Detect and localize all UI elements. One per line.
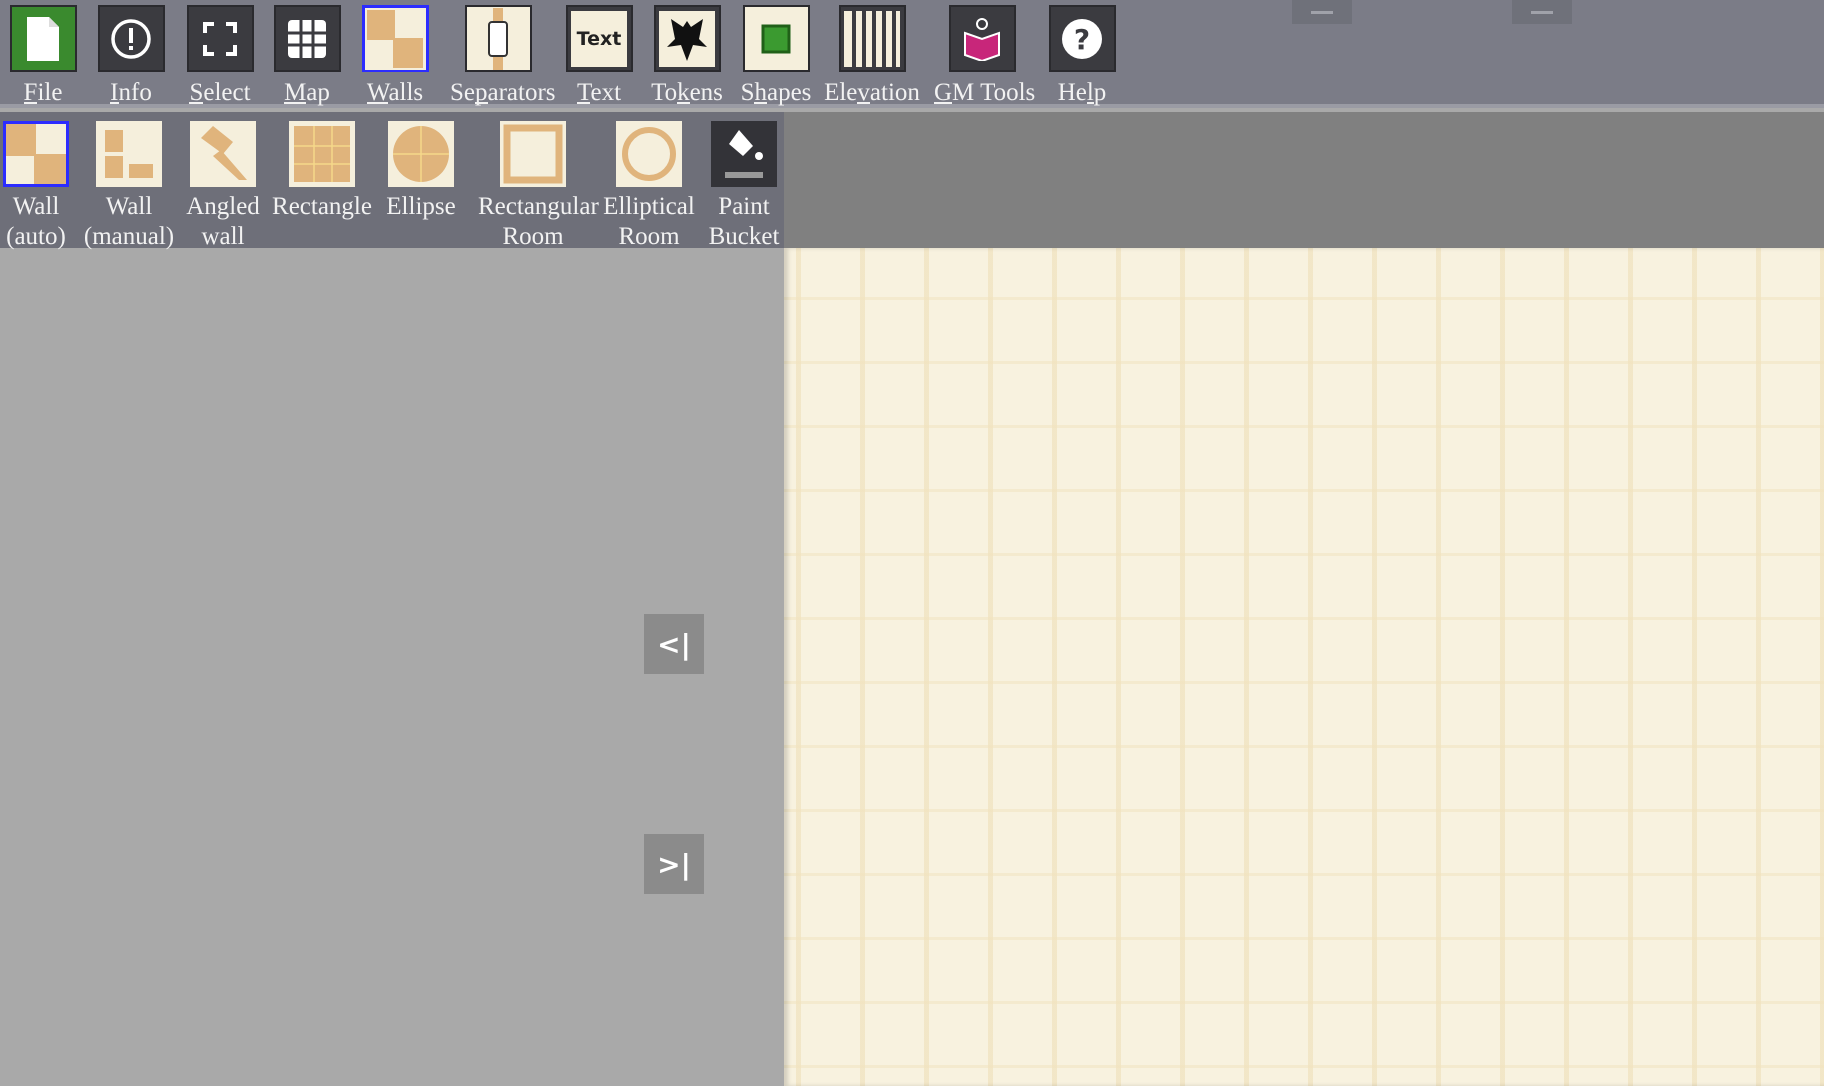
expand-panel-button[interactable]: >|	[644, 834, 704, 894]
select-icon	[186, 5, 254, 72]
map-grid-icon	[273, 5, 341, 72]
toolbar-walls-button[interactable]: Walls	[347, 5, 443, 108]
toolbar-map-button[interactable]: Map	[259, 5, 355, 108]
subtoolbar-empty-area	[784, 112, 1824, 248]
toolbar-label: Walls	[366, 79, 424, 106]
svg-text:?: ?	[1074, 23, 1090, 56]
shapes-icon	[742, 5, 810, 72]
wall-tool-ellipse[interactable]: Ellipse	[366, 121, 476, 222]
rectangle-icon	[289, 121, 355, 187]
angled-wall-icon	[190, 121, 256, 187]
dragon-token-icon	[653, 5, 721, 72]
info-icon	[97, 5, 165, 72]
file-icon	[9, 5, 77, 72]
tool-label-line2: Room	[618, 223, 680, 250]
tool-label-line2: Room	[502, 223, 564, 250]
toolbar-label: Map	[284, 79, 330, 106]
minimized-panel-tab[interactable]	[1512, 0, 1572, 24]
rectangular-room-icon	[500, 121, 566, 187]
wall-manual-icon	[96, 121, 162, 187]
wall-auto-icon	[3, 121, 69, 187]
toolbar-label: File	[23, 79, 63, 106]
minimized-panel-tab[interactable]	[1292, 0, 1352, 24]
paint-bucket-icon	[711, 121, 777, 187]
toolbar-separators-button[interactable]: Separators	[450, 5, 556, 108]
collapse-panel-button[interactable]: <|	[644, 614, 704, 674]
tool-label-line1: Paint	[718, 193, 770, 220]
toolbar-label: Tokens	[651, 79, 723, 106]
tool-label-line2: Bucket	[708, 223, 780, 250]
toolbar-gm-tools-button[interactable]: GM Tools	[934, 5, 1035, 108]
help-icon: ?	[1048, 5, 1116, 72]
wall-tool-rectangle[interactable]: Rectangle	[267, 121, 377, 222]
text-icon: Text	[565, 5, 633, 72]
tool-label-line1: Rectangular	[478, 193, 599, 220]
toolbar-elevation-button[interactable]: Elevation	[824, 5, 920, 108]
tool-label-line1: Ellipse	[386, 193, 456, 220]
tool-label-line1: Angled	[186, 193, 260, 220]
toolbar-text-button[interactable]: Text Text	[551, 5, 647, 108]
minimize-icon	[1531, 10, 1553, 14]
toolbar-label: Help	[1057, 79, 1107, 106]
toolbar-label: Shapes	[740, 79, 812, 106]
wall-tool-rectangular-room[interactable]: Rectangular Room	[478, 121, 599, 252]
toolbar-label: Text	[576, 79, 622, 106]
toolbar-label: Select	[189, 79, 251, 106]
tool-label-line1: Elliptical	[603, 193, 695, 220]
toolbar-file-button[interactable]: File	[0, 5, 91, 108]
toolbar-info-button[interactable]: Info	[83, 5, 179, 108]
wall-tool-paint-bucket[interactable]: Paint Bucket	[689, 121, 799, 252]
text-icon-label: Text	[571, 10, 627, 67]
toolbar-shapes-button[interactable]: Shapes	[728, 5, 824, 108]
toolbar-select-button[interactable]: Select	[172, 5, 268, 108]
toolbar-label: Elevation	[824, 79, 920, 106]
toolbar-label: Separators	[450, 79, 556, 106]
toolbar-tokens-button[interactable]: Tokens	[639, 5, 735, 108]
elevation-icon	[838, 5, 906, 72]
toolbar-label: GM Tools	[934, 79, 1036, 106]
tool-label-line2: wall	[201, 223, 245, 250]
wall-tool-angled-wall[interactable]: Angled wall	[168, 121, 278, 252]
minimize-icon	[1311, 10, 1333, 14]
walls-icon	[361, 5, 429, 72]
elliptical-room-icon	[616, 121, 682, 187]
wall-tool-elliptical-room[interactable]: Elliptical Room	[594, 121, 704, 252]
separator-icon	[464, 5, 532, 72]
toolbar-help-button[interactable]: ? Help	[1034, 5, 1130, 108]
toolbar-label: Info	[110, 79, 152, 106]
ellipse-icon	[388, 121, 454, 187]
map-canvas[interactable]	[784, 248, 1824, 1086]
tool-label-line1: Rectangle	[272, 193, 372, 220]
gm-book-icon	[948, 5, 1016, 72]
